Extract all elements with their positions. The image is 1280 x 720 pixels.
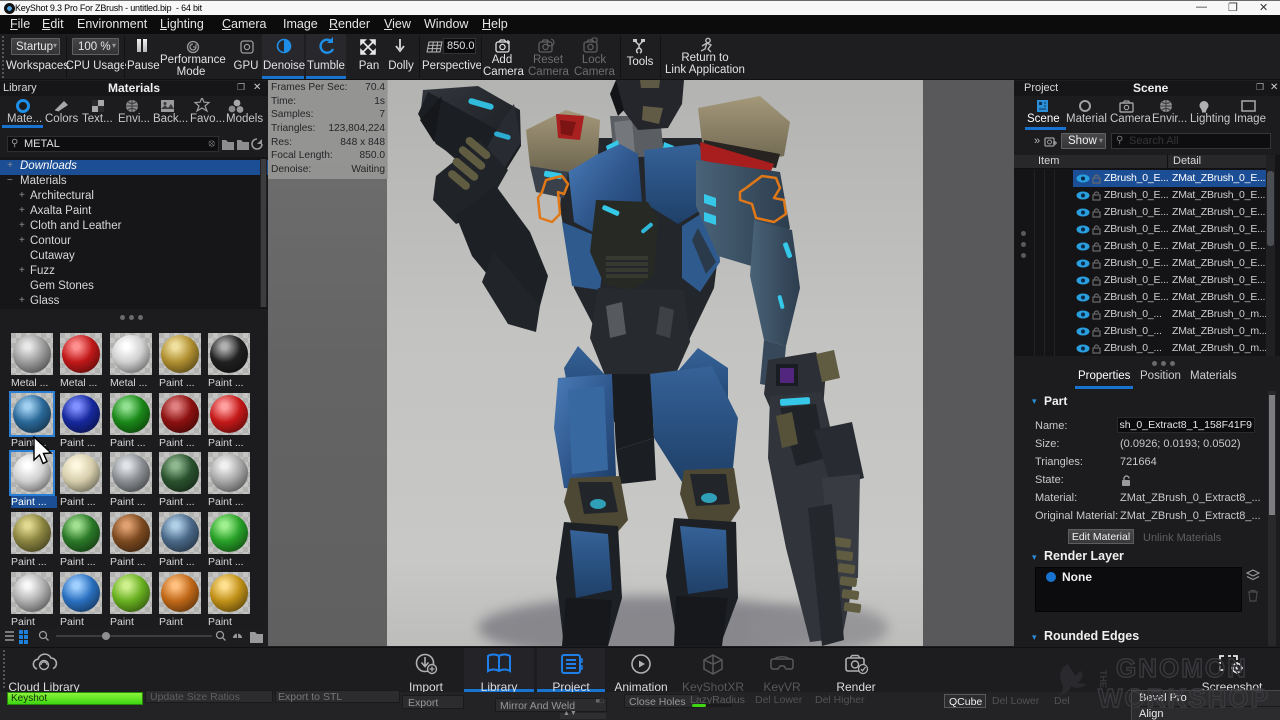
svg-text:123,804,224: 123,804,224 — [328, 123, 385, 134]
svg-text:Denoise:: Denoise: — [271, 164, 311, 175]
svg-text:70.4: 70.4 — [365, 82, 385, 93]
svg-text:Triangles:: Triangles: — [271, 123, 315, 134]
svg-text:Waiting: Waiting — [351, 164, 385, 175]
svg-text:GNOMON: GNOMON — [1116, 653, 1248, 683]
svg-text:Focal Length:: Focal Length: — [271, 150, 333, 161]
svg-text:Res:: Res: — [271, 137, 292, 148]
svg-text:WORKSHOP: WORKSHOP — [1098, 683, 1270, 713]
svg-text:Time:: Time: — [271, 96, 296, 107]
svg-text:Frames Per Sec:: Frames Per Sec: — [271, 82, 347, 93]
svg-text:Samples:: Samples: — [271, 109, 313, 120]
svg-text:848 x 848: 848 x 848 — [340, 137, 385, 148]
svg-text:1s: 1s — [374, 96, 385, 107]
svg-text:850.0: 850.0 — [360, 150, 386, 161]
svg-text:7: 7 — [379, 109, 385, 120]
